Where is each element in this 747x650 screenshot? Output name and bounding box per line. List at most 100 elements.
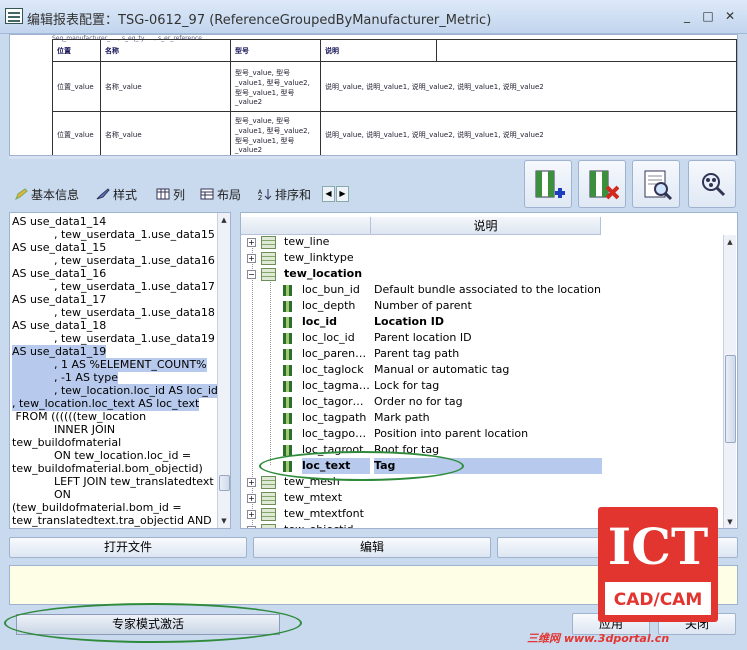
report-preview: Seq_manufacturer_… , s_eq_ty … , s_er_re… <box>9 34 738 156</box>
sql-line: , tew_location.loc_text AS loc_text <box>12 397 200 411</box>
tree-field-node[interactable]: loc_taglock Manual or automatic tag <box>241 362 721 378</box>
tree-name-column <box>251 217 371 235</box>
table-icon <box>261 476 276 489</box>
tree-table-node[interactable]: − tew_location <box>241 266 721 282</box>
tree-field-node[interactable]: loc_id Location ID <box>241 314 721 330</box>
sql-line: tew_buildofmaterial.bom_objectid) <box>12 462 203 475</box>
sql-line: AS use_data1_16 <box>12 267 107 280</box>
node-description: Parent tag path <box>374 347 460 360</box>
expand-icon[interactable]: + <box>247 254 256 263</box>
tab-label: 列 <box>173 188 186 202</box>
node-name: loc_tagposition <box>302 427 370 440</box>
field-icon <box>283 381 292 392</box>
scroll-down-arrow[interactable]: ▼ <box>724 515 736 528</box>
preview-cell: 位置_value <box>52 61 101 112</box>
tab-label: 排序和 <box>275 188 312 202</box>
field-icon <box>283 285 292 296</box>
tab-scroll-right-button[interactable]: ▶ <box>336 186 349 202</box>
tab-sort[interactable]: A Z 排序和 <box>258 185 311 205</box>
scroll-thumb[interactable] <box>219 475 230 491</box>
expand-icon[interactable]: + <box>247 526 256 528</box>
tree-field-node[interactable]: loc_tagorder Order no for tag <box>241 394 721 410</box>
scroll-thumb[interactable] <box>725 355 736 443</box>
tree-table-node[interactable]: + tew_mtext <box>241 490 721 506</box>
collapse-icon[interactable]: − <box>247 270 256 279</box>
preview-scrollbar[interactable] <box>9 156 738 159</box>
close-window-button[interactable]: ✕ <box>720 8 740 24</box>
tree-field-node[interactable]: loc_loc_id Parent location ID <box>241 330 721 346</box>
tab-layout[interactable]: 布局 <box>200 185 241 205</box>
preview-header <box>436 39 737 62</box>
tree-field-node[interactable]: loc_parenttagpath Parent tag path <box>241 346 721 362</box>
preview-cell: 型号_value, 型号_value1, 型号_value2, 型号_value… <box>230 61 321 112</box>
tree-table-node[interactable]: + tew_linktype <box>241 250 721 266</box>
preview-header: 型号 <box>230 39 321 62</box>
node-name: tew_mtext <box>284 491 343 504</box>
preview-header: 说明 <box>320 39 437 62</box>
layout-icon <box>200 186 214 200</box>
zoom-button[interactable] <box>688 160 736 208</box>
node-name: loc_taglock <box>302 363 364 376</box>
logo-subtext: CAD/CAM <box>613 590 703 610</box>
delete-column-button[interactable] <box>578 160 626 208</box>
tab-scroll-left-button[interactable]: ◀ <box>322 186 335 202</box>
node-name: tew_location <box>284 267 363 280</box>
tree-field-node[interactable]: loc_tagmanual Lock for tag <box>241 378 721 394</box>
table-icon <box>261 236 276 249</box>
preview-header: 名称 <box>100 39 231 62</box>
tree-field-node[interactable]: loc_depth Number of parent <box>241 298 721 314</box>
expand-icon[interactable]: + <box>247 494 256 503</box>
field-icon <box>283 317 292 328</box>
preview-cell: 名称_value <box>100 61 231 112</box>
tree-table-node[interactable]: + tew_line <box>241 234 721 250</box>
tree-field-node[interactable]: loc_bun_id Default bundle associated to t… <box>241 282 721 298</box>
preview-button[interactable] <box>632 160 680 208</box>
sql-editor[interactable]: AS use_data1_14 , tew_userdata_1.use_dat… <box>9 212 231 529</box>
expand-icon[interactable]: + <box>247 510 256 519</box>
scroll-up-arrow[interactable]: ▲ <box>724 235 736 249</box>
tab-label: 样式 <box>113 188 138 202</box>
node-description: Location ID <box>374 315 444 328</box>
add-column-icon <box>535 170 565 198</box>
field-icon <box>283 429 292 440</box>
sql-line: tew_translatedtext.tra_objectid AND <box>12 514 212 527</box>
node-name: loc_tagorder <box>302 395 370 408</box>
tab-label: 布局 <box>217 188 242 202</box>
expand-icon[interactable]: + <box>247 478 256 487</box>
tab-columns[interactable]: 列 <box>156 185 185 205</box>
node-name: loc_id <box>302 315 337 328</box>
sql-line: AS use_data1_19 <box>12 345 107 359</box>
title-bar: 编辑报表配置：TSG-0612_97 (ReferenceGroupedByMa… <box>0 0 747 34</box>
sql-scrollbar[interactable]: ▲ ▼ <box>217 213 230 528</box>
scroll-up-arrow[interactable]: ▲ <box>218 213 230 227</box>
field-icon <box>283 333 292 344</box>
table-icon <box>261 524 276 528</box>
maximize-button[interactable]: □ <box>698 8 718 24</box>
config-tabs: 基本信息 样式 列 布局 A Z 排序和 <box>10 185 350 205</box>
scroll-down-arrow[interactable]: ▼ <box>218 514 230 528</box>
tree-desc-column: 说明 <box>371 217 601 235</box>
preview-cell: 型号_value, 型号_value1, 型号_value2, 型号_value… <box>230 111 321 155</box>
expand-icon[interactable]: + <box>247 238 256 247</box>
edit-button[interactable]: 编辑 <box>253 537 491 558</box>
node-description: Manual or automatic tag <box>374 363 510 376</box>
sql-line: , tew_userdata_1.use_data15 <box>12 228 215 241</box>
node-name: loc_parenttagpath <box>302 347 370 360</box>
tree-field-node[interactable]: loc_tagposition Position into parent loca… <box>241 426 721 442</box>
logo-text: ICT <box>605 514 711 582</box>
field-tree: 说明 + tew_line + tew_linktype − tew_locationlo… <box>240 212 738 529</box>
tree-field-node[interactable]: loc_tagpath Mark path <box>241 410 721 426</box>
sql-line: ON <box>12 488 71 501</box>
tab-style[interactable]: 样式 <box>96 185 137 205</box>
node-description: Number of parent <box>374 299 472 312</box>
sql-line: AS use_data1_18 <box>12 319 107 332</box>
svg-text:Z: Z <box>258 195 262 200</box>
open-file-button[interactable]: 打开文件 <box>9 537 247 558</box>
tab-basic-info[interactable]: 基本信息 <box>14 185 79 205</box>
add-column-button[interactable] <box>524 160 572 208</box>
tree-scrollbar[interactable]: ▲ ▼ <box>723 235 736 528</box>
site-watermark: 三维网 www.3dportal.cn <box>527 632 670 645</box>
minimize-button[interactable]: _ <box>677 8 697 24</box>
node-description: Order no for tag <box>374 395 463 408</box>
sql-line: AS use_data1_17 <box>12 293 107 306</box>
